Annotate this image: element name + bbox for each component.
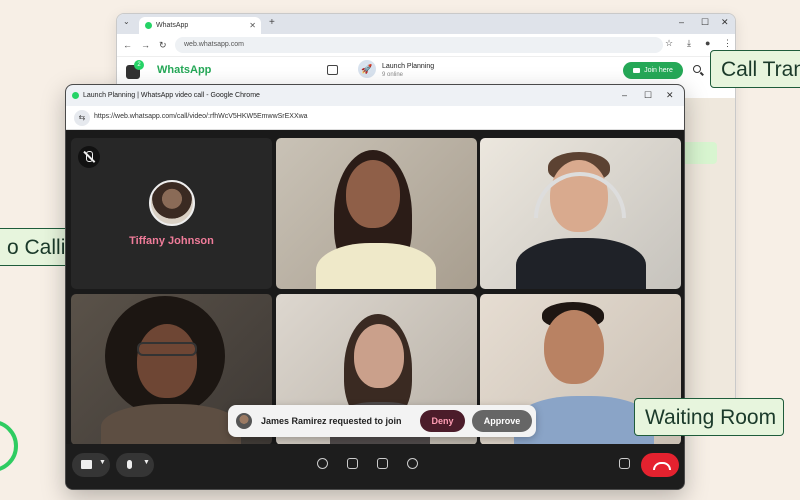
participant-tile[interactable]: Tiffany Johnson bbox=[71, 138, 272, 289]
participant-video[interactable] bbox=[480, 138, 681, 289]
new-tab-icon[interactable]: + bbox=[269, 17, 275, 28]
whatsapp-icon bbox=[145, 22, 152, 29]
call-url-row: ⇆ https://web.whatsapp.com/call/video/:r… bbox=[66, 106, 684, 130]
reload-icon[interactable]: ↻ bbox=[159, 40, 167, 51]
call-url[interactable]: https://web.whatsapp.com/call/video/:rfh… bbox=[94, 113, 308, 120]
avatar bbox=[149, 180, 195, 226]
participant-video[interactable] bbox=[276, 138, 477, 289]
video-call-window: Launch Planning | WhatsApp video call - … bbox=[65, 84, 685, 490]
forward-icon[interactable]: → bbox=[141, 40, 150, 50]
maximize-icon[interactable]: ☐ bbox=[644, 90, 652, 101]
mic-toggle-button[interactable]: ▼ bbox=[116, 453, 154, 477]
maximize-icon[interactable]: ☐ bbox=[701, 17, 709, 28]
add-participant-icon[interactable] bbox=[407, 458, 418, 469]
search-icon[interactable] bbox=[693, 65, 701, 73]
back-tab-whatsapp[interactable]: WhatsApp ✕ bbox=[139, 17, 261, 34]
camera-icon bbox=[81, 460, 92, 469]
approve-button[interactable]: Approve bbox=[472, 410, 532, 432]
muted-mic-icon bbox=[78, 146, 100, 168]
back-toolbar: ← → ↻ web.whatsapp.com ☆ ⤓ ● ⋮ bbox=[117, 34, 735, 56]
back-tab-bar: ⌄ WhatsApp ✕ + – ☐ ✕ bbox=[117, 14, 735, 34]
app-title: WhatsApp bbox=[157, 64, 212, 76]
join-call-button[interactable]: Join here bbox=[623, 62, 683, 79]
call-controls: ▼ ▼ bbox=[66, 444, 684, 489]
close-window-icon[interactable]: ✕ bbox=[666, 90, 674, 101]
avatar bbox=[236, 413, 252, 429]
minimize-icon[interactable]: – bbox=[679, 17, 684, 27]
call-grid: Tiffany Johnson James Ramirez requested … bbox=[66, 130, 684, 489]
chat-name[interactable]: Launch Planning bbox=[382, 63, 434, 70]
whatsapp-icon bbox=[72, 92, 79, 99]
chat-status: 9 online bbox=[382, 72, 404, 78]
emoji-icon[interactable] bbox=[317, 458, 328, 469]
close-tab-icon[interactable]: ✕ bbox=[249, 21, 256, 30]
end-call-button[interactable] bbox=[641, 453, 679, 477]
decorative-circle bbox=[0, 420, 18, 472]
back-url-bar[interactable]: web.whatsapp.com bbox=[175, 37, 663, 53]
call-window-title: Launch Planning | WhatsApp video call - … bbox=[83, 92, 260, 99]
camera-toggle-button[interactable]: ▼ bbox=[72, 453, 110, 477]
chevron-down-icon: ▼ bbox=[143, 459, 150, 466]
layout-icon[interactable] bbox=[619, 458, 630, 469]
mic-icon bbox=[127, 460, 132, 469]
feature-pill-waiting-room: Waiting Room bbox=[634, 398, 784, 436]
chevron-down-icon: ▼ bbox=[99, 459, 106, 466]
raise-hand-icon[interactable] bbox=[347, 458, 358, 469]
close-window-icon[interactable]: ✕ bbox=[721, 17, 729, 28]
back-icon[interactable]: ← bbox=[123, 40, 132, 50]
join-request-text: James Ramirez requested to join bbox=[261, 416, 402, 426]
star-icon[interactable]: ☆ bbox=[665, 38, 673, 49]
back-tab-title: WhatsApp bbox=[156, 22, 189, 29]
screen-share-icon[interactable] bbox=[377, 458, 388, 469]
menu-icon[interactable]: ⋮ bbox=[723, 38, 732, 49]
feature-pill-call-transfer: Call Tran bbox=[710, 50, 800, 88]
site-settings-icon[interactable]: ⇆ bbox=[74, 110, 90, 126]
join-request-banner: James Ramirez requested to join Deny App… bbox=[228, 405, 536, 437]
minimize-icon[interactable]: – bbox=[622, 90, 627, 100]
participant-name: Tiffany Johnson bbox=[129, 235, 214, 247]
new-chat-icon[interactable] bbox=[327, 65, 338, 75]
join-label: Join here bbox=[644, 67, 673, 74]
deny-button[interactable]: Deny bbox=[420, 410, 465, 432]
video-icon bbox=[633, 68, 641, 73]
download-icon[interactable]: ⤓ bbox=[687, 38, 691, 49]
call-window-titlebar: Launch Planning | WhatsApp video call - … bbox=[66, 85, 684, 106]
profile-icon[interactable]: ● bbox=[705, 38, 710, 48]
group-avatar[interactable]: 🚀 bbox=[358, 60, 376, 78]
tab-search-icon[interactable]: ⌄ bbox=[123, 17, 130, 26]
unread-badge: 2 bbox=[134, 60, 144, 70]
